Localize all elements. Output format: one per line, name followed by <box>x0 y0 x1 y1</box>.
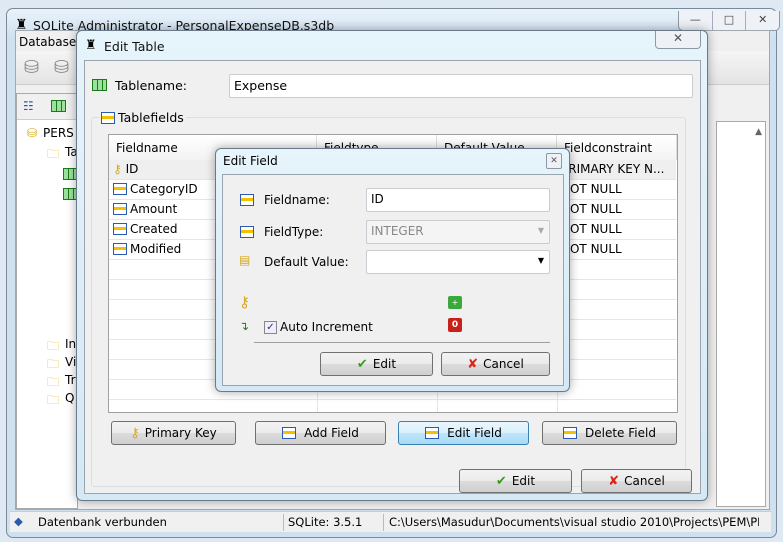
tree-item-indices[interactable]: In <box>65 337 76 351</box>
green-status-icon: + <box>448 296 462 309</box>
status-path: C:\Users\Masudur\Documents\visual studio… <box>389 515 759 529</box>
tree-item-queries[interactable]: Q <box>65 391 74 405</box>
fieldtype-label: FieldType: <box>264 225 324 239</box>
cancel-label: Cancel <box>483 357 524 371</box>
chevron-down-icon: ▼ <box>537 256 544 265</box>
cell-constraint: PRIMARY KEY N... <box>561 162 665 176</box>
status-version: SQLite: 3.5.1 <box>288 515 363 529</box>
edit-field-button[interactable]: Edit Field <box>398 421 529 445</box>
field-icon <box>113 223 127 235</box>
add-field-icon <box>282 427 297 439</box>
check-icon: ✔ <box>495 473 507 489</box>
close-button[interactable]: ✕ <box>546 153 562 169</box>
status-message: Datenbank verbunden <box>38 515 167 529</box>
cancel-icon: ✘ <box>467 356 479 372</box>
check-icon: ✔ <box>356 356 368 372</box>
primary-key-label: Primary Key <box>144 426 217 440</box>
folder-icon: 🗀 <box>47 393 60 407</box>
delete-field-label: Delete Field <box>585 426 656 440</box>
default-value-combo[interactable]: ▼ <box>366 250 550 274</box>
field-icon <box>101 112 115 124</box>
chevron-down-icon: ▼ <box>537 226 544 235</box>
tree-item-triggers[interactable]: Tr <box>65 373 76 387</box>
menu-database[interactable]: Database <box>19 35 76 49</box>
red-status-icon: 0 <box>448 318 462 332</box>
table-icon <box>92 79 107 91</box>
window-controls: — □ ✕ <box>678 11 780 31</box>
database-icon: ⛁ <box>27 126 38 140</box>
key-icon: ⚷ <box>239 293 250 311</box>
close-button[interactable]: ✕ <box>746 11 779 30</box>
field-name: ID <box>125 162 139 176</box>
key-icon: ⚷ <box>130 425 140 441</box>
fieldname-input[interactable]: ID <box>366 188 550 212</box>
default-value-label: Default Value: <box>264 255 349 269</box>
status-bar: ◆ Datenbank verbunden SQLite: 3.5.1 C:\U… <box>10 511 771 532</box>
tree-item-views[interactable]: Vi <box>65 355 76 369</box>
edit-field-label: Edit Field <box>447 426 502 440</box>
edit-table-ok-button[interactable]: ✔ Edit <box>459 469 572 493</box>
edit-field-cancel-button[interactable]: ✘ Cancel <box>441 352 550 376</box>
cell-constraint: NOT NULL <box>561 182 622 196</box>
edit-table-cancel-button[interactable]: ✘ Cancel <box>581 469 692 493</box>
divider <box>254 342 550 343</box>
auto-increment-checkbox[interactable]: ✓ <box>264 321 277 334</box>
open-database-icon[interactable]: ⛁ <box>54 57 69 78</box>
dialog-body: Fieldname: ID FieldType: INTEGER ▼ ▤ Defa… <box>222 174 564 386</box>
tablename-label: Tablename: <box>115 78 187 93</box>
primary-key-button[interactable]: ⚷ Primary Key <box>111 421 236 445</box>
cancel-label: Cancel <box>624 474 665 488</box>
minimize-button[interactable]: — <box>679 11 713 30</box>
edit-field-ok-button[interactable]: ✔ Edit <box>320 352 433 376</box>
tree-view-icon[interactable]: ☷ <box>23 99 34 113</box>
cell-constraint: NOT NULL <box>561 202 622 216</box>
add-field-button[interactable]: Add Field <box>255 421 386 445</box>
delete-field-button[interactable]: Delete Field <box>542 421 677 445</box>
maximize-button[interactable]: □ <box>713 11 747 30</box>
field-icon <box>113 243 127 255</box>
new-database-icon[interactable]: ⛁ <box>24 57 39 78</box>
auto-increment-icon: ↴ <box>239 319 250 333</box>
table-view-icon[interactable] <box>51 100 66 112</box>
cell-constraint: NOT NULL <box>561 242 622 256</box>
close-button[interactable]: ✕ <box>655 31 701 49</box>
dialog-icon: ♜ <box>85 38 97 53</box>
tree-panel: ☷ ⛁ PERS 🗀 Ta 🗀 In 🗀 Vi 🗀 Tr 🗀 Q <box>16 93 79 509</box>
column-header[interactable]: Fieldconstraint <box>557 135 677 160</box>
field-type-icon <box>240 226 254 238</box>
delete-field-icon <box>563 427 578 439</box>
field-icon <box>113 203 127 215</box>
tablefields-text: Tablefields <box>118 110 184 125</box>
default-value-icon: ▤ <box>239 253 251 267</box>
edit-field-icon <box>425 427 440 439</box>
field-name: CategoryID <box>130 182 198 196</box>
field-name: Modified <box>130 242 182 256</box>
right-panel: ▲ <box>716 121 766 507</box>
cancel-icon: ✘ <box>608 473 620 489</box>
folder-icon: 🗀 <box>47 147 60 161</box>
cell-constraint: NOT NULL <box>561 222 622 236</box>
fieldname-label: Fieldname: <box>264 193 330 207</box>
tablefields-label: Tablefields <box>99 110 186 125</box>
edit-label: Edit <box>372 357 397 371</box>
info-icon: ◆ <box>14 514 23 528</box>
dialog-title: Edit Table <box>104 39 165 54</box>
add-field-label: Add Field <box>304 426 359 440</box>
tablename-input[interactable]: Expense <box>229 74 693 98</box>
tree-root[interactable]: PERS <box>43 126 74 140</box>
edit-label: Edit <box>511 474 536 488</box>
fieldtype-value: INTEGER <box>371 224 424 238</box>
auto-increment-label: Auto Increment <box>280 320 373 334</box>
dialog-title: Edit Field <box>223 154 278 168</box>
edit-field-dialog: Edit Field ✕ Fieldname: ID FieldType: IN… <box>215 148 570 392</box>
field-name: Amount <box>130 202 178 216</box>
key-icon: ⚷ <box>113 162 126 176</box>
scroll-up-icon[interactable]: ▲ <box>755 127 762 137</box>
field-icon <box>113 183 127 195</box>
field-icon <box>240 194 254 206</box>
field-name: Created <box>130 222 178 236</box>
fieldtype-select[interactable]: INTEGER ▼ <box>366 220 550 244</box>
